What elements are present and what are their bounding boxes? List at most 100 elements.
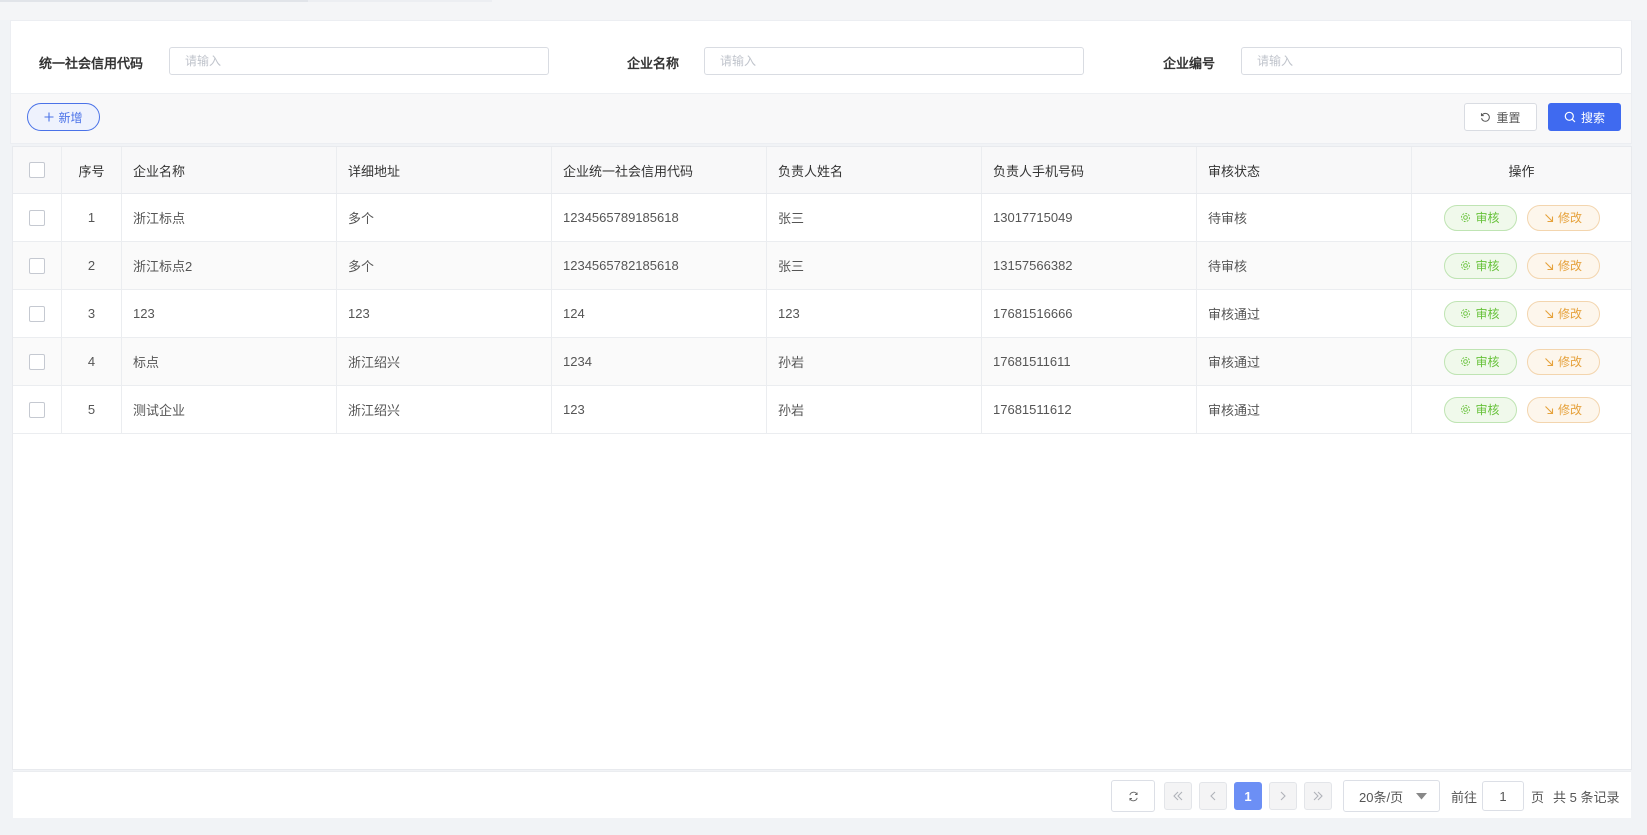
first-page-button[interactable] — [1164, 782, 1192, 810]
refresh-icon — [1128, 791, 1139, 802]
edit-button-label: 修改 — [1557, 307, 1582, 321]
actions-cell: 审核 修改 — [1412, 242, 1631, 289]
status-cell: 待审核 — [1197, 242, 1412, 289]
row-checkbox[interactable] — [29, 401, 45, 418]
edit-button[interactable]: 修改 — [1526, 204, 1600, 231]
credit-code-cell: 1234565789185618 — [552, 194, 767, 241]
address-cell: 多个 — [337, 194, 552, 241]
table-row: 4 标点 浙江绍兴 1234 孙岩 17681511611 审核通过 审核 修改 — [13, 338, 1631, 386]
gear-icon — [1460, 404, 1471, 415]
edit-button[interactable]: 修改 — [1526, 300, 1600, 327]
edit-button[interactable]: 修改 — [1526, 396, 1600, 423]
audit-button[interactable]: 审核 — [1443, 300, 1517, 327]
edit-button[interactable]: 修改 — [1526, 348, 1600, 375]
gear-icon — [1460, 212, 1471, 223]
phone-cell: 13017715049 — [982, 194, 1197, 241]
company-number-input[interactable] — [1241, 47, 1622, 75]
company-name-cell: 123 — [122, 290, 337, 337]
phone-cell: 17681511612 — [982, 386, 1197, 433]
audit-button[interactable]: 审核 — [1443, 348, 1517, 375]
row-select-cell — [13, 290, 62, 337]
column-header-company-name: 企业名称 — [122, 147, 337, 193]
manager-cell: 孙岩 — [767, 386, 982, 433]
audit-button-label: 审核 — [1475, 307, 1500, 321]
actions-cell: 审核 修改 — [1412, 386, 1631, 433]
double-chevron-left-icon — [1172, 790, 1184, 802]
row-select-cell — [13, 338, 62, 385]
page-size-value: 20条/页 — [1359, 789, 1404, 805]
row-checkbox[interactable] — [29, 209, 45, 226]
next-page-button[interactable] — [1269, 782, 1297, 810]
credit-code-cell: 1234565782185618 — [552, 242, 767, 289]
triangle-down-icon — [1416, 792, 1427, 800]
prev-page-button[interactable] — [1199, 782, 1227, 810]
audit-button[interactable]: 审核 — [1443, 252, 1517, 279]
credit-code-cell: 124 — [552, 290, 767, 337]
column-header-phone: 负责人手机号码 — [982, 147, 1197, 193]
edit-button[interactable]: 修改 — [1526, 252, 1600, 279]
column-header-credit-code: 企业统一社会信用代码 — [552, 147, 767, 193]
pagination-bar: 1 20条/页 前往 页 共 5 条记录 — [13, 771, 1631, 818]
audit-button[interactable]: 审核 — [1443, 396, 1517, 423]
actions-cell: 审核 修改 — [1412, 194, 1631, 241]
edit-button-label: 修改 — [1557, 259, 1582, 273]
row-select-cell — [13, 194, 62, 241]
reset-button[interactable]: 重置 — [1464, 103, 1537, 131]
audit-button[interactable]: 审核 — [1443, 204, 1517, 231]
row-checkbox[interactable] — [29, 257, 45, 274]
edit-button-label: 修改 — [1557, 211, 1582, 225]
search-button[interactable]: 搜索 — [1548, 103, 1621, 131]
search-icon — [1564, 111, 1576, 123]
arrow-down-right-icon — [1544, 261, 1554, 271]
address-cell: 多个 — [337, 242, 552, 289]
table-row: 3 123 123 124 123 17681516666 审核通过 审核 修改 — [13, 290, 1631, 338]
arrow-down-right-icon — [1544, 357, 1554, 367]
arrow-down-right-icon — [1544, 405, 1554, 415]
action-bar: 新增 重置 搜索 — [11, 93, 1631, 143]
row-checkbox[interactable] — [29, 305, 45, 322]
filter-label-company-number: 企业编号 — [1163, 56, 1216, 71]
page-number-current[interactable]: 1 — [1234, 782, 1262, 810]
add-button[interactable]: 新增 — [27, 103, 100, 131]
column-header-manager: 负责人姓名 — [767, 147, 982, 193]
filter-label-credit-code: 统一社会信用代码 — [39, 56, 144, 71]
company-name-input[interactable] — [704, 47, 1084, 75]
filter-label-company-name: 企业名称 — [627, 56, 680, 71]
last-page-button[interactable] — [1304, 782, 1332, 810]
address-cell: 123 — [337, 290, 552, 337]
refresh-page-button[interactable] — [1111, 780, 1155, 812]
edit-button-label: 修改 — [1557, 355, 1582, 369]
column-header-status: 审核状态 — [1197, 147, 1412, 193]
row-index: 3 — [62, 290, 122, 337]
credit-code-cell: 1234 — [552, 338, 767, 385]
credit-code-input[interactable] — [169, 47, 549, 75]
audit-button-label: 审核 — [1475, 403, 1500, 417]
tab-indicator — [308, 0, 492, 2]
chevron-right-icon — [1277, 790, 1289, 802]
manager-cell: 张三 — [767, 242, 982, 289]
edit-button-label: 修改 — [1557, 403, 1582, 417]
page-size-select[interactable]: 20条/页 — [1343, 780, 1440, 812]
address-cell: 浙江绍兴 — [337, 338, 552, 385]
filter-panel: 统一社会信用代码 企业名称 企业编号 新增 重置 搜索 — [10, 20, 1632, 144]
phone-cell: 17681516666 — [982, 290, 1197, 337]
manager-cell: 123 — [767, 290, 982, 337]
row-select-cell — [13, 242, 62, 289]
table-row: 2 浙江标点2 多个 1234565782185618 张三 131575663… — [13, 242, 1631, 290]
audit-button-label: 审核 — [1475, 211, 1500, 225]
table-row: 5 测试企业 浙江绍兴 123 孙岩 17681511612 审核通过 审核 修… — [13, 386, 1631, 434]
refresh-icon — [1480, 112, 1491, 123]
arrow-down-right-icon — [1544, 213, 1554, 223]
goto-prefix: 前往 — [1451, 790, 1478, 805]
select-all-checkbox[interactable] — [29, 162, 45, 178]
row-index: 2 — [62, 242, 122, 289]
actions-cell: 审核 修改 — [1412, 338, 1631, 385]
double-chevron-right-icon — [1312, 790, 1324, 802]
address-cell: 浙江绍兴 — [337, 386, 552, 433]
row-index: 5 — [62, 386, 122, 433]
row-checkbox[interactable] — [29, 353, 45, 370]
phone-cell: 17681511611 — [982, 338, 1197, 385]
company-name-cell: 标点 — [122, 338, 337, 385]
manager-cell: 孙岩 — [767, 338, 982, 385]
goto-page-input[interactable] — [1482, 781, 1524, 811]
